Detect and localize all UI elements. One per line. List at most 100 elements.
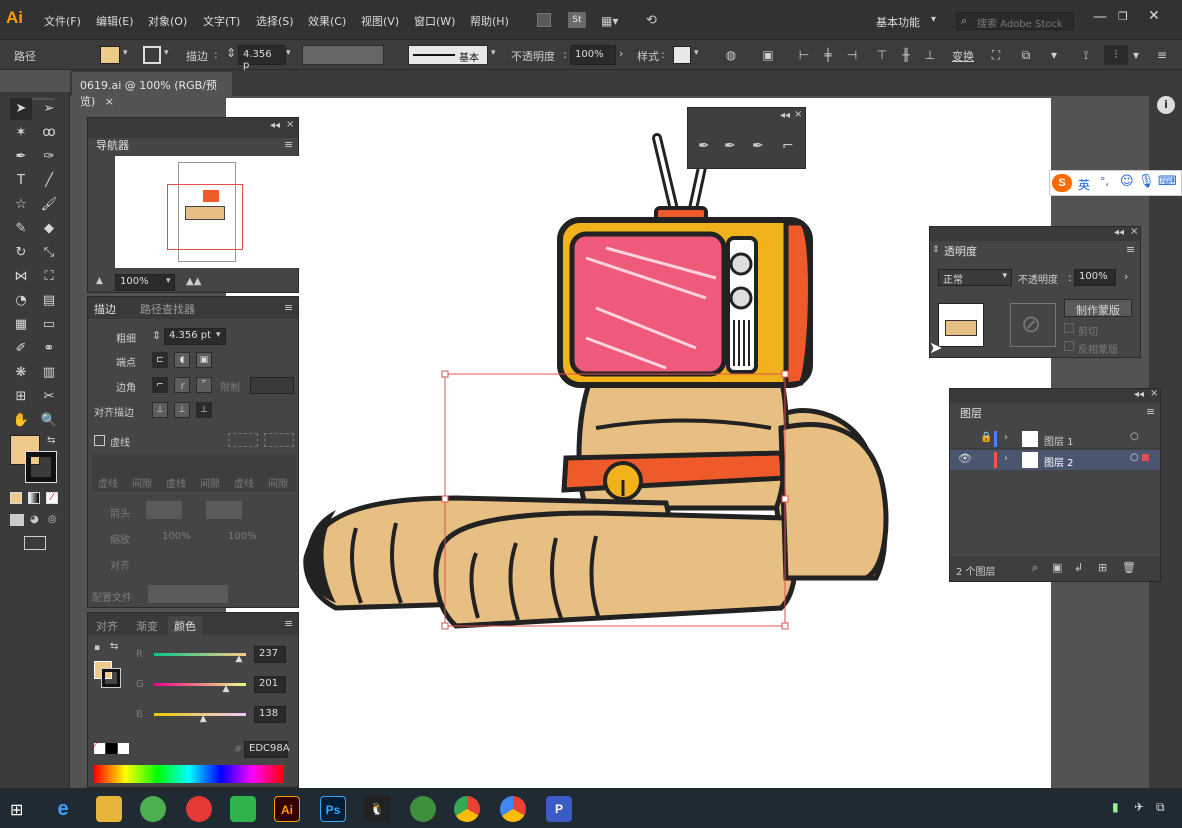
green-value-field[interactable]: 201 — [254, 676, 286, 693]
align-right-icon[interactable]: ⊣ — [844, 47, 860, 63]
gpu-performance-icon[interactable]: ⟲ — [646, 13, 657, 28]
recolor-artwork-icon[interactable]: ◍ — [723, 47, 739, 63]
sphinx-tv-illustration[interactable] — [226, 98, 1051, 790]
collapse-icon[interactable]: ◂◂ — [270, 120, 280, 131]
display-icon[interactable]: ⧉ — [1156, 800, 1165, 815]
menu-icon[interactable]: ≡ — [1154, 47, 1170, 63]
target-icon[interactable]: ○ — [1130, 431, 1139, 442]
align-left-icon[interactable]: ⊢ — [796, 47, 812, 63]
browser-icon[interactable] — [500, 796, 526, 822]
chevron-down-icon[interactable]: ▾ — [164, 48, 169, 58]
bevel-join-icon[interactable]: ⌜ — [196, 377, 212, 393]
document-tab[interactable]: 0619.ai @ 100% (RGB/预览) × — [72, 72, 232, 108]
align-hcenter-icon[interactable]: ╪ — [820, 47, 836, 63]
file-explorer-icon[interactable] — [96, 796, 122, 822]
chevron-down-icon[interactable]: ▾ — [123, 48, 128, 58]
layer-name[interactable]: 图层 2 — [1044, 454, 1074, 469]
width-tool-icon[interactable]: ⋈ — [10, 266, 32, 288]
opacity-field[interactable]: 100% — [1074, 269, 1116, 286]
free-transform-tool-icon[interactable]: ⛶ — [38, 266, 60, 288]
isolate-icon[interactable]: ⛶ — [988, 47, 1004, 63]
blend-tool-icon[interactable]: ⚭ — [38, 338, 60, 360]
close-icon[interactable]: × — [1130, 226, 1138, 237]
type-tool-icon[interactable]: T — [10, 170, 32, 192]
menu-icon[interactable]: ≡ — [284, 138, 293, 151]
zoom-in-icon[interactable]: ▲▲ — [186, 276, 201, 287]
gradient-tool-icon[interactable]: ▭ — [38, 314, 60, 336]
lock-icon[interactable]: 🔒 — [980, 432, 992, 443]
tab-align[interactable]: 对齐 — [96, 618, 118, 634]
symbol-sprayer-tool-icon[interactable]: ❋ — [10, 362, 32, 384]
object-thumbnail[interactable] — [938, 303, 984, 347]
menu-edit[interactable]: 编辑(E) — [96, 13, 134, 29]
stroke-color-box[interactable] — [25, 451, 57, 483]
stroke-color-swatch[interactable] — [101, 668, 121, 688]
menu-icon[interactable]: ≡ — [284, 301, 293, 314]
chevron-down-icon[interactable]: ▾ — [216, 330, 221, 340]
eye-icon[interactable]: 👁 — [958, 452, 972, 465]
p-app-icon[interactable]: P — [546, 796, 572, 822]
shape-builder-tool-icon[interactable]: ◔ — [10, 290, 32, 312]
align-to-icon[interactable]: ▣ — [760, 47, 776, 63]
rotate-tool-icon[interactable]: ↻ — [10, 242, 32, 264]
paintbrush-tool-icon[interactable]: 🖌 — [38, 194, 60, 216]
chevron-right-icon[interactable]: › — [1004, 432, 1008, 443]
edit-path-icon[interactable]: ⟟ — [1078, 47, 1094, 63]
chevron-down-icon[interactable]: ▾ — [491, 48, 496, 58]
menu-object[interactable]: 对象(O) — [148, 13, 187, 29]
chevron-right-icon[interactable]: › — [1124, 270, 1128, 283]
eyedropper-tool-icon[interactable]: ✐ — [10, 338, 32, 360]
tab-pathfinder[interactable]: 路径查找器 — [140, 301, 195, 317]
dashed-line-checkbox[interactable] — [94, 435, 105, 446]
screen-mode-icon[interactable] — [24, 536, 46, 550]
wechat-icon[interactable] — [230, 796, 256, 822]
lasso-tool-icon[interactable]: ꝏ — [38, 122, 60, 144]
zoom-tool-icon[interactable]: 🔍 — [38, 410, 60, 432]
emoji-icon[interactable]: ☺ — [1120, 174, 1134, 189]
navigator-thumbnail[interactable] — [115, 156, 299, 268]
collapse-icon[interactable]: ◂◂ — [780, 110, 790, 121]
workspace-switcher[interactable]: 基本功能 — [876, 14, 920, 30]
tab-stroke[interactable]: 描边 — [94, 301, 116, 317]
collapse-icon[interactable]: ◂◂ — [1114, 227, 1124, 238]
menu-icon[interactable]: ≡ — [1146, 405, 1155, 418]
mask-thumbnail[interactable]: ⊘ — [1010, 303, 1056, 347]
chevron-down-icon[interactable]: ▾ — [166, 276, 171, 286]
layer-row[interactable]: 🔒 › 图层 1 ○ — [950, 429, 1160, 449]
qq-icon[interactable]: 🐧 — [364, 796, 390, 822]
align-center-icon[interactable]: ⊥ — [152, 402, 168, 418]
make-clipping-mask-icon[interactable]: ▣ — [1052, 561, 1062, 574]
projecting-cap-icon[interactable]: ▣ — [196, 352, 212, 368]
hex-value-field[interactable]: EDC98A — [244, 741, 290, 758]
hand-tool-icon[interactable]: ✋ — [10, 410, 32, 432]
selection-indicator[interactable] — [1142, 454, 1149, 461]
close-icon[interactable]: × — [1150, 388, 1158, 399]
netease-music-icon[interactable] — [186, 796, 212, 822]
bridge-icon[interactable] — [537, 13, 551, 27]
menu-icon[interactable]: ≡ — [1126, 243, 1135, 256]
illustrator-taskbar-icon[interactable]: Ai — [274, 796, 300, 822]
network-icon[interactable]: ✈ — [1134, 800, 1144, 814]
arrange-documents-icon[interactable]: ▦▾ — [601, 14, 618, 28]
collapse-icon[interactable]: ◂◂ — [1134, 389, 1144, 400]
red-slider[interactable] — [154, 653, 246, 656]
white-swatch[interactable] — [118, 743, 129, 754]
pen-tool-icon[interactable]: ✒ — [698, 138, 710, 154]
ime-language-toggle[interactable]: 英 — [1078, 176, 1090, 193]
red-value-field[interactable]: 237 — [254, 646, 286, 663]
curvature-tool-icon[interactable]: ✑ — [38, 146, 60, 168]
green-slider[interactable] — [154, 683, 246, 686]
chevron-down-icon[interactable]: ▾ — [931, 14, 936, 25]
mesh-tool-icon[interactable]: ▦ — [10, 314, 32, 336]
chevron-down-icon[interactable]: ▾ — [1046, 47, 1062, 63]
photoshop-taskbar-icon[interactable]: Ps — [320, 796, 346, 822]
properties-info-icon[interactable]: i — [1157, 96, 1175, 114]
chevron-right-icon[interactable]: › — [1004, 453, 1008, 464]
stock-search-field[interactable]: ⌕ 搜索 Adobe Stock — [956, 12, 1074, 30]
artboard-tool-icon[interactable]: ⊞ — [10, 386, 32, 408]
draw-behind-icon[interactable]: ◕ — [30, 514, 42, 526]
red-slider-thumb[interactable]: ▲ — [236, 654, 243, 664]
new-sublayer-icon[interactable]: ↲ — [1074, 561, 1083, 574]
menu-help[interactable]: 帮助(H) — [470, 13, 509, 29]
zoom-out-icon[interactable]: ▲ — [96, 276, 103, 286]
